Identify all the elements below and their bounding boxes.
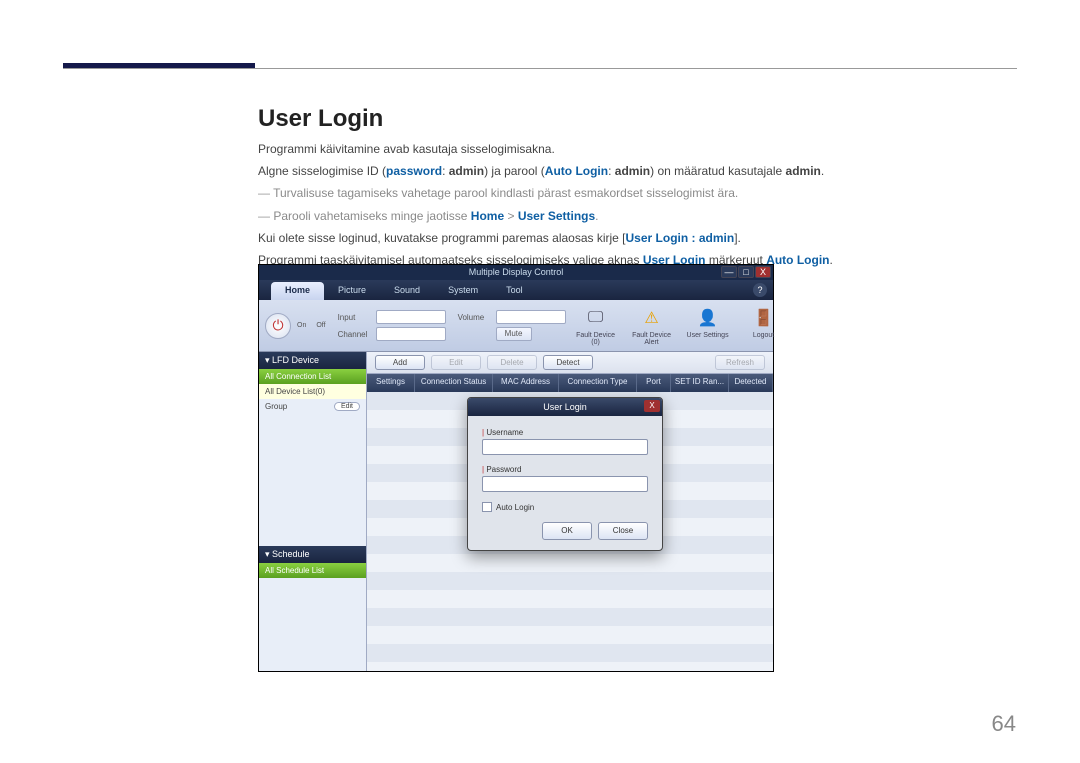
- label-volume: Volume: [458, 313, 492, 322]
- col-connection-status[interactable]: Connection Status: [415, 374, 493, 392]
- fault-alert-button[interactable]: ⚠Fault Device Alert: [628, 306, 676, 346]
- tab-home[interactable]: Home: [271, 282, 324, 300]
- add-button[interactable]: Add: [375, 355, 425, 370]
- ribbon: ⏻ On Off Input Channel Volume Mute: [259, 300, 773, 352]
- edit-button[interactable]: Edit: [431, 355, 481, 370]
- user-settings-button[interactable]: 👤User Settings: [684, 306, 732, 346]
- mute-button[interactable]: Mute: [496, 327, 532, 341]
- alert-icon: ⚠: [640, 306, 664, 330]
- label-username: Username: [486, 428, 523, 437]
- app-screenshot: Multiple Display Control — □ X Home Pict…: [258, 264, 774, 672]
- sidebar-header-lfd[interactable]: ▾ LFD Device: [259, 352, 366, 369]
- main-tabs: Home Picture Sound System Tool ?: [259, 280, 773, 300]
- horizontal-rule: [63, 68, 1017, 69]
- col-mac[interactable]: MAC Address: [493, 374, 559, 392]
- sidebar: ▾ LFD Device All Connection List All Dev…: [259, 352, 367, 671]
- dialog-close-button[interactable]: X: [644, 400, 660, 412]
- close-button[interactable]: X: [755, 266, 771, 278]
- column-headers: Settings Connection Status MAC Address C…: [367, 374, 773, 392]
- minimize-button[interactable]: —: [721, 266, 737, 278]
- sidebar-item-all-device[interactable]: All Device List(0): [259, 384, 366, 399]
- window-title: Multiple Display Control: [469, 267, 564, 277]
- sidebar-item-all-schedule[interactable]: All Schedule List: [259, 563, 366, 578]
- sidebar-item-all-connection[interactable]: All Connection List: [259, 369, 366, 384]
- group-edit-button[interactable]: Edit: [334, 402, 360, 411]
- col-connection-type[interactable]: Connection Type: [559, 374, 637, 392]
- label-on: On: [297, 322, 306, 329]
- detect-button[interactable]: Detect: [543, 355, 593, 370]
- autologin-checkbox[interactable]: [482, 502, 492, 512]
- logout-icon: 🚪: [752, 306, 776, 330]
- logout-button[interactable]: 🚪Logout: [740, 306, 788, 346]
- tab-sound[interactable]: Sound: [380, 282, 434, 300]
- sidebar-row-group: Group Edit: [259, 399, 366, 414]
- label-password: Password: [486, 465, 521, 474]
- main-panel: Add Edit Delete Detect Refresh Settings …: [367, 352, 773, 671]
- username-input[interactable]: [482, 439, 648, 455]
- note-2: Parooli vahetamiseks minge jaotisse Home…: [258, 207, 990, 226]
- fault-device-icon: 🖵: [584, 306, 608, 330]
- input-select[interactable]: [376, 310, 446, 324]
- page-number: 64: [992, 711, 1016, 737]
- ok-button[interactable]: OK: [542, 522, 592, 540]
- label-off: Off: [316, 322, 325, 329]
- tab-tool[interactable]: Tool: [492, 282, 537, 300]
- fault-device-button[interactable]: 🖵Fault Device (0): [572, 306, 620, 346]
- col-port[interactable]: Port: [637, 374, 671, 392]
- col-settings[interactable]: Settings: [367, 374, 415, 392]
- channel-select[interactable]: [376, 327, 446, 341]
- sidebar-header-schedule[interactable]: ▾ Schedule: [259, 546, 366, 563]
- power-icon: ⏻: [272, 317, 283, 334]
- login-dialog: User Login X | Username | Password Auto …: [467, 397, 663, 551]
- refresh-button[interactable]: Refresh: [715, 355, 765, 370]
- para-2: Algne sisselogimise ID (password: admin)…: [258, 162, 990, 181]
- body-text: Programmi käivitamine avab kasutaja siss…: [258, 140, 990, 273]
- window-titlebar: Multiple Display Control — □ X: [259, 265, 773, 280]
- para-1: Programmi käivitamine avab kasutaja siss…: [258, 140, 990, 159]
- page-heading: User Login: [258, 105, 383, 133]
- col-detected[interactable]: Detected: [729, 374, 773, 392]
- user-icon: 👤: [696, 306, 720, 330]
- maximize-button[interactable]: □: [738, 266, 754, 278]
- autologin-row[interactable]: Auto Login: [482, 502, 648, 512]
- dialog-title: User Login X: [468, 398, 662, 416]
- label-input: Input: [338, 313, 372, 322]
- power-button[interactable]: ⏻: [265, 313, 291, 339]
- password-input[interactable]: [482, 476, 648, 492]
- action-bar: Add Edit Delete Detect Refresh: [367, 352, 773, 374]
- label-channel: Channel: [338, 330, 372, 339]
- label-autologin: Auto Login: [496, 503, 534, 512]
- note-1: Turvalisuse tagamiseks vahetage parool k…: [258, 184, 990, 203]
- col-setid[interactable]: SET ID Ran...: [671, 374, 729, 392]
- help-button[interactable]: ?: [753, 283, 767, 297]
- para-5: Kui olete sisse loginud, kuvatakse progr…: [258, 229, 990, 248]
- dialog-close-button-2[interactable]: Close: [598, 522, 648, 540]
- volume-select[interactable]: [496, 310, 566, 324]
- label-group: Group: [265, 402, 287, 411]
- tab-picture[interactable]: Picture: [324, 282, 380, 300]
- delete-button[interactable]: Delete: [487, 355, 537, 370]
- tab-system[interactable]: System: [434, 282, 492, 300]
